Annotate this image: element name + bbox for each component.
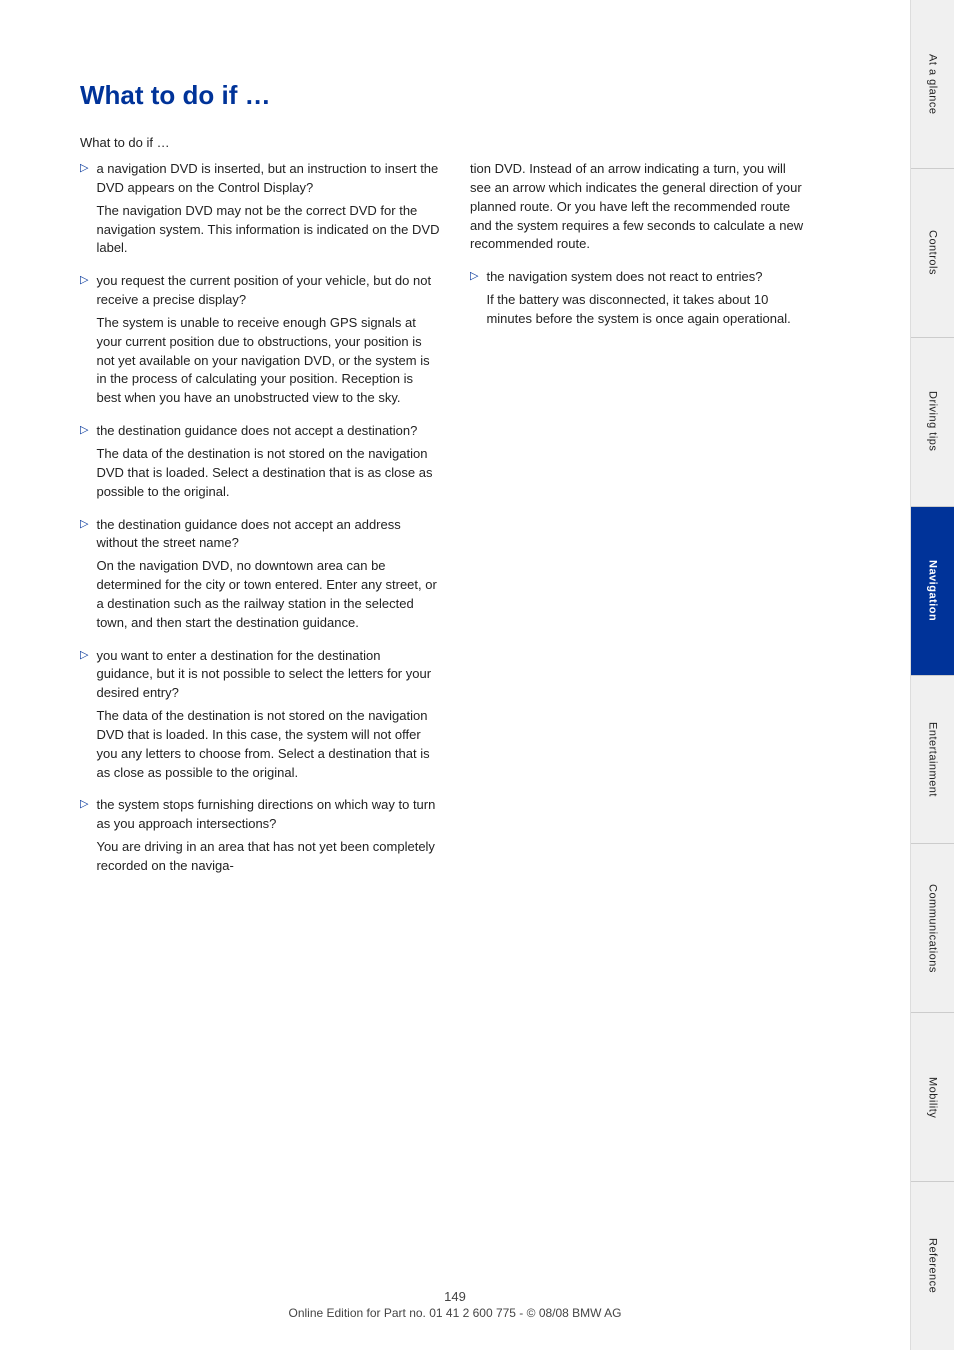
bullet-content: the destination guidance does not accept… (96, 516, 440, 633)
content-area: ▷ a navigation DVD is inserted, but an i… (80, 160, 870, 890)
bullet-item: ▷ a navigation DVD is inserted, but an i… (80, 160, 440, 258)
bullet-content: you request the current position of your… (96, 272, 440, 408)
bullet-question: you request the current position of your… (96, 273, 431, 307)
main-content: What to do if … What to do if … ▷ a navi… (0, 0, 910, 1350)
bullet-answer: The system is unable to receive enough G… (96, 314, 440, 408)
sidebar-tab-mobility[interactable]: Mobility (911, 1013, 954, 1182)
bullet-item: ▷ the navigation system does not react t… (470, 268, 810, 329)
footer-text: Online Edition for Part no. 01 41 2 600 … (0, 1306, 910, 1320)
bullet-item: ▷ the destination guidance does not acce… (80, 516, 440, 633)
bullet-question: the destination guidance does not accept… (96, 517, 400, 551)
page-container: What to do if … What to do if … ▷ a navi… (0, 0, 954, 1350)
sidebar-tab-reference[interactable]: Reference (911, 1182, 954, 1350)
left-column: ▷ a navigation DVD is inserted, but an i… (80, 160, 440, 890)
bullet-arrow-icon: ▷ (80, 161, 88, 174)
bullet-question: the system stops furnishing directions o… (96, 797, 435, 831)
bullet-answer: You are driving in an area that has not … (96, 838, 440, 876)
bullet-item: ▷ the destination guidance does not acce… (80, 422, 440, 501)
bullet-item: ▷ you want to enter a destination for th… (80, 647, 440, 783)
bullet-arrow-icon: ▷ (80, 423, 88, 436)
bullet-content: the navigation system does not react to … (486, 268, 810, 329)
sidebar-tab-at-a-glance[interactable]: At a glance (911, 0, 954, 169)
bullet-arrow-icon: ▷ (470, 269, 478, 282)
sidebar-tab-communications[interactable]: Communications (911, 844, 954, 1013)
bullet-answer: If the battery was disconnected, it take… (486, 291, 810, 329)
sidebar: At a glanceControlsDriving tipsNavigatio… (910, 0, 954, 1350)
sidebar-tab-navigation[interactable]: Navigation (911, 507, 954, 676)
bullet-answer: The data of the destination is not store… (96, 445, 440, 502)
bullet-question: the navigation system does not react to … (486, 269, 762, 284)
bullet-item: ▷ the system stops furnishing directions… (80, 796, 440, 875)
bullet-answer: On the navigation DVD, no downtown area … (96, 557, 440, 632)
bullet-arrow-icon: ▷ (80, 517, 88, 530)
bullet-content: you want to enter a destination for the … (96, 647, 440, 783)
bullet-question: a navigation DVD is inserted, but an ins… (96, 161, 438, 195)
bullet-arrow-icon: ▷ (80, 797, 88, 810)
bullet-content: the destination guidance does not accept… (96, 422, 440, 501)
bullet-question: you want to enter a destination for the … (96, 648, 431, 701)
page-footer: 149 Online Edition for Part no. 01 41 2 … (0, 1289, 910, 1320)
bullet-content: the system stops furnishing directions o… (96, 796, 440, 875)
right-column: tion DVD. Instead of an arrow indicating… (470, 160, 810, 890)
right-intro: tion DVD. Instead of an arrow indicating… (470, 160, 810, 254)
sidebar-tab-controls[interactable]: Controls (911, 169, 954, 338)
page-number: 149 (0, 1289, 910, 1304)
sidebar-tab-driving-tips[interactable]: Driving tips (911, 338, 954, 507)
bullet-arrow-icon: ▷ (80, 273, 88, 286)
intro-text: What to do if … (80, 135, 870, 150)
bullet-answer: The navigation DVD may not be the correc… (96, 202, 440, 259)
bullet-answer: The data of the destination is not store… (96, 707, 440, 782)
bullet-arrow-icon: ▷ (80, 648, 88, 661)
page-title: What to do if … (80, 80, 870, 111)
sidebar-tab-entertainment[interactable]: Entertainment (911, 676, 954, 845)
bullet-content: a navigation DVD is inserted, but an ins… (96, 160, 440, 258)
bullet-question: the destination guidance does not accept… (96, 423, 417, 438)
bullet-item: ▷ you request the current position of yo… (80, 272, 440, 408)
